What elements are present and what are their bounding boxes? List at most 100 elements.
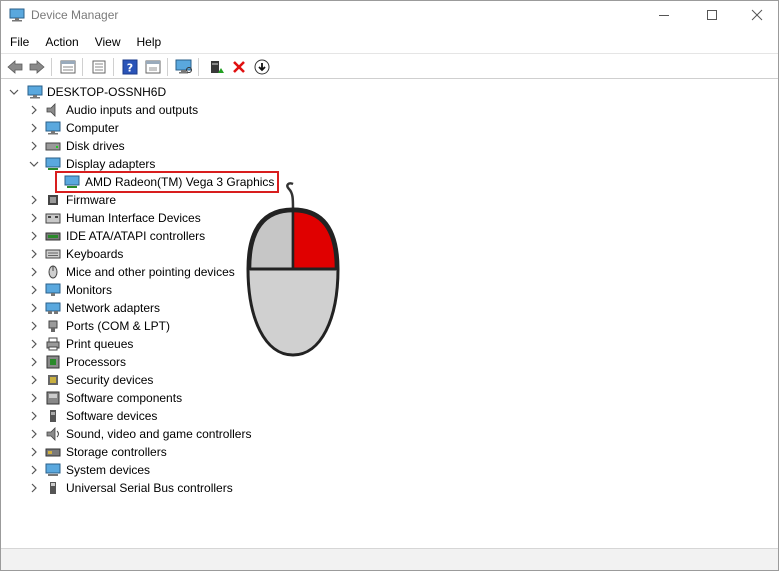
monitor-scan-icon — [175, 59, 192, 74]
menu-bar: File Action View Help — [1, 31, 778, 51]
download-icon — [254, 59, 270, 75]
chevron-right-icon — [31, 231, 37, 241]
chevron-right-icon — [31, 465, 37, 475]
expander-monitors[interactable] — [29, 285, 39, 295]
menu-view[interactable]: View — [86, 31, 128, 51]
expander-keyboards[interactable] — [29, 249, 39, 259]
category-ide: IDE ATA/ATAPI controllers — [66, 229, 206, 243]
computer-icon — [45, 121, 61, 135]
tree-root-label: DESKTOP-OSSNH6D — [47, 85, 167, 99]
audio-icon — [45, 103, 61, 117]
chevron-right-icon — [31, 195, 37, 205]
chevron-right-icon — [31, 339, 37, 349]
expander-system-devices[interactable] — [29, 465, 39, 475]
expander-ports[interactable] — [29, 321, 39, 331]
expander-audio[interactable] — [29, 105, 39, 115]
chevron-right-icon — [31, 249, 37, 259]
category-audio: Audio inputs and outputs — [66, 103, 199, 117]
scan-hardware-button[interactable] — [174, 57, 194, 77]
chevron-right-icon — [31, 411, 37, 421]
expander-sound[interactable] — [29, 429, 39, 439]
maximize-icon — [707, 10, 717, 20]
uninstall-icon — [233, 61, 245, 73]
system-devices-icon — [45, 463, 61, 477]
update-driver-button[interactable] — [206, 57, 226, 77]
window-title: Device Manager — [31, 8, 119, 22]
category-usb: Universal Serial Bus controllers — [66, 481, 233, 495]
forward-icon — [29, 60, 45, 74]
chevron-right-icon — [31, 447, 37, 457]
category-monitors: Monitors — [66, 283, 113, 297]
chevron-right-icon — [31, 483, 37, 493]
expander-display-adapters[interactable] — [29, 159, 39, 169]
usb-icon — [45, 481, 61, 495]
software-devices-icon — [45, 409, 61, 423]
chevron-right-icon — [31, 123, 37, 133]
expander-ide[interactable] — [29, 231, 39, 241]
expander-firmware[interactable] — [29, 195, 39, 205]
close-button[interactable] — [734, 1, 779, 29]
minimize-icon — [659, 15, 669, 16]
computer-icon — [27, 85, 43, 99]
chevron-down-icon — [29, 161, 39, 167]
category-disk-drives: Disk drives — [66, 139, 125, 153]
chevron-right-icon — [31, 375, 37, 385]
root-expander[interactable] — [9, 87, 19, 97]
status-bar — [1, 548, 778, 570]
back-button[interactable] — [5, 57, 25, 77]
toolbar-separator — [167, 58, 168, 76]
expander-security[interactable] — [29, 375, 39, 385]
menu-file[interactable]: File — [1, 31, 36, 51]
expander-computer[interactable] — [29, 123, 39, 133]
help-icon: ? — [122, 59, 138, 75]
chevron-right-icon — [31, 303, 37, 313]
expander-usb[interactable] — [29, 483, 39, 493]
category-print-queues: Print queues — [66, 337, 134, 351]
expander-processors[interactable] — [29, 357, 39, 367]
network-icon — [45, 301, 61, 315]
menu-help[interactable]: Help — [128, 31, 169, 51]
show-hidden-icon — [145, 60, 161, 74]
category-system-devices: System devices — [66, 463, 151, 477]
menu-action[interactable]: Action — [36, 31, 85, 51]
toolbar-separator — [198, 58, 199, 76]
expander-hid[interactable] — [29, 213, 39, 223]
processors-icon — [45, 355, 61, 369]
category-software-devices: Software devices — [66, 409, 158, 423]
chevron-right-icon — [31, 357, 37, 367]
forward-button[interactable] — [27, 57, 47, 77]
software-components-icon — [45, 391, 61, 405]
expander-mice[interactable] — [29, 267, 39, 277]
chevron-right-icon — [31, 105, 37, 115]
category-ports: Ports (COM & LPT) — [66, 319, 171, 333]
expander-storage[interactable] — [29, 447, 39, 457]
details-view-icon — [92, 60, 106, 74]
category-security: Security devices — [66, 373, 154, 387]
category-sound: Sound, video and game controllers — [66, 427, 252, 441]
maximize-button[interactable] — [689, 1, 735, 29]
expander-disk-drives[interactable] — [29, 141, 39, 151]
back-icon — [7, 60, 23, 74]
properties-view-icon — [60, 60, 76, 74]
expander-software-components[interactable] — [29, 393, 39, 403]
show-hidden-button[interactable] — [143, 57, 163, 77]
toolbar-separator — [51, 58, 52, 76]
firmware-icon — [45, 193, 61, 207]
chevron-down-icon — [9, 89, 19, 95]
uninstall-button[interactable] — [229, 57, 249, 77]
help-button[interactable]: ? — [120, 57, 140, 77]
keyboards-icon — [45, 247, 61, 261]
sound-icon — [45, 427, 61, 441]
details-view-button[interactable] — [89, 57, 109, 77]
category-keyboards: Keyboards — [66, 247, 124, 261]
enable-device-button[interactable] — [252, 57, 272, 77]
category-mice: Mice and other pointing devices — [66, 265, 235, 279]
expander-print-queues[interactable] — [29, 339, 39, 349]
expander-software-devices[interactable] — [29, 411, 39, 421]
device-tree: DESKTOP-OSSNH6D Audio inputs and outputs C… — [1, 81, 778, 546]
expander-network[interactable] — [29, 303, 39, 313]
toolbar-separator — [113, 58, 114, 76]
category-network: Network adapters — [66, 301, 161, 315]
minimize-button[interactable] — [641, 1, 687, 29]
properties-view-button[interactable] — [58, 57, 78, 77]
